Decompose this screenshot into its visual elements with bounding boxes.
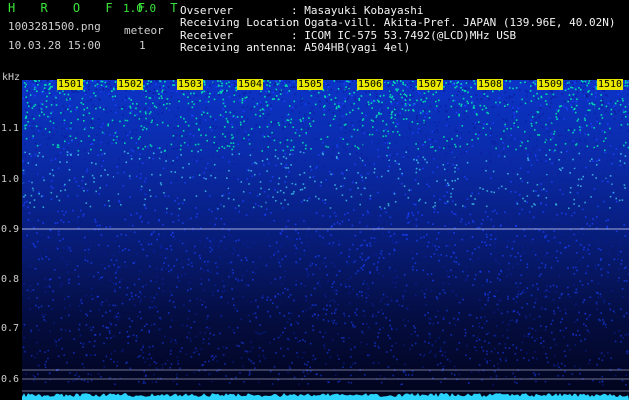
x-tick: 1510 — [597, 79, 624, 90]
info-value-antenna: : A504HB(yagi 4el) — [291, 41, 411, 54]
y-tick: 0.6 — [1, 374, 20, 385]
y-tick: 1.0 — [1, 174, 20, 185]
spectrogram — [22, 80, 629, 400]
info-value-location: : Ogata-vill. Akita-Pref. JAPAN (139.96E… — [291, 16, 616, 29]
x-tick: 1501 — [57, 79, 84, 90]
x-tick: 1502 — [117, 79, 144, 90]
app-version: 1.0.0 — [123, 2, 157, 15]
meteor-count: 1 — [139, 39, 146, 52]
y-tick: 0.7 — [1, 323, 20, 334]
y-tick: 0.9 — [1, 224, 20, 235]
y-axis-unit: kHz — [2, 72, 21, 83]
x-tick: 1507 — [417, 79, 444, 90]
x-tick: 1508 — [477, 79, 504, 90]
y-tick: 1.1 — [1, 123, 20, 134]
spectrogram-background — [22, 80, 629, 400]
x-tick: 1504 — [237, 79, 264, 90]
meteor-label: meteor — [124, 24, 164, 37]
x-tick: 1505 — [297, 79, 324, 90]
y-tick: 0.8 — [1, 274, 20, 285]
app-title: H R O F F T — [8, 1, 187, 15]
timestamp: 10.03.28 15:00 — [8, 39, 101, 52]
info-key-antenna: Receiving antenna — [180, 41, 293, 54]
info-key-location: Receiving Location — [180, 16, 300, 29]
spectrogram-canvas — [22, 80, 629, 400]
x-tick: 1509 — [537, 79, 564, 90]
x-tick: 1506 — [357, 79, 384, 90]
x-tick: 1503 — [177, 79, 204, 90]
file-name: 1003281500.png — [8, 20, 101, 33]
